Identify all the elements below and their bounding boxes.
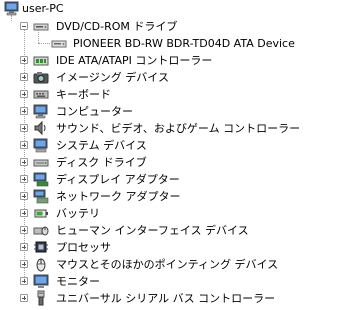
expand-toggle[interactable] bbox=[20, 226, 28, 234]
tree-item-label: バッテリ bbox=[56, 207, 100, 220]
tree-item-pioneer-bd-rw[interactable]: PIONEER BD-RW BDR-TD04D ATA Device bbox=[0, 35, 353, 52]
tree-item-label: コンピューター bbox=[56, 105, 133, 118]
tree-item-label: プロセッサ bbox=[56, 241, 111, 254]
tree-item-imaging-devices[interactable]: イメージング デバイス bbox=[0, 69, 353, 86]
tree-item-keyboard[interactable]: キーボード bbox=[0, 86, 353, 103]
expand-toggle[interactable] bbox=[20, 277, 28, 285]
system-devices-icon bbox=[33, 137, 49, 153]
tree-root[interactable]: user-PC bbox=[0, 0, 353, 17]
speaker-icon bbox=[33, 120, 49, 136]
tree-item-usb-controllers[interactable]: ユニバーサル シリアル バス コントローラー bbox=[0, 290, 353, 307]
tree-item-network-adapters[interactable]: ネットワーク アダプター bbox=[0, 188, 353, 205]
tree-item-label: サウンド、ビデオ、およびゲーム コントローラー bbox=[56, 122, 301, 135]
tree-item-dvd-cd-rom[interactable]: DVD/CD-ROM ドライブ bbox=[0, 18, 353, 35]
computer-icon bbox=[4, 0, 20, 16]
tree-item-display-adapters[interactable]: ディスプレイ アダプター bbox=[0, 171, 353, 188]
expand-toggle[interactable] bbox=[20, 90, 28, 98]
keyboard-icon bbox=[33, 86, 49, 102]
tree-item-monitors[interactable]: モニター bbox=[0, 273, 353, 290]
expand-toggle[interactable] bbox=[20, 294, 28, 302]
tree-item-label: モニター bbox=[56, 275, 100, 288]
optical-drive-icon bbox=[51, 35, 67, 51]
tree-item-label: IDE ATA/ATAPI コントローラー bbox=[56, 54, 213, 67]
tree-item-ide-ata-atapi[interactable]: IDE ATA/ATAPI コントローラー bbox=[0, 52, 353, 69]
dvd-drive-icon bbox=[33, 18, 49, 34]
expand-toggle[interactable] bbox=[20, 158, 28, 166]
processor-icon bbox=[33, 239, 49, 255]
expand-toggle[interactable] bbox=[20, 107, 28, 115]
tree-item-label: ユニバーサル シリアル バス コントローラー bbox=[56, 292, 276, 305]
mouse-icon bbox=[33, 256, 49, 272]
tree-item-label: PIONEER BD-RW BDR-TD04D ATA Device bbox=[73, 37, 295, 50]
monitor-icon bbox=[33, 273, 49, 289]
expand-toggle[interactable] bbox=[20, 141, 28, 149]
battery-icon bbox=[33, 205, 49, 221]
tree-item-label: マウスとそのほかのポインティング デバイス bbox=[56, 258, 279, 271]
tree-item-sound-video-game[interactable]: サウンド、ビデオ、およびゲーム コントローラー bbox=[0, 120, 353, 137]
tree-item-label: システム デバイス bbox=[56, 139, 147, 152]
tree-root-label: user-PC bbox=[22, 2, 64, 15]
camera-icon bbox=[33, 69, 49, 85]
expand-toggle[interactable] bbox=[20, 73, 28, 81]
tree-item-disk-drives[interactable]: ディスク ドライブ bbox=[0, 154, 353, 171]
device-tree: user-PC DVD/CD-ROM ドライブ PIONEER BD-RW BD… bbox=[0, 0, 353, 310]
usb-icon bbox=[33, 290, 49, 306]
disk-drive-icon bbox=[33, 154, 49, 170]
expand-toggle[interactable] bbox=[20, 243, 28, 251]
expand-toggle[interactable] bbox=[20, 209, 28, 217]
tree-item-human-interface-devices[interactable]: ヒューマン インターフェイス デバイス bbox=[0, 222, 353, 239]
tree-item-label: DVD/CD-ROM ドライブ bbox=[56, 20, 178, 33]
collapse-toggle[interactable] bbox=[20, 22, 28, 30]
display-adapter-icon bbox=[33, 171, 49, 187]
ide-controller-icon bbox=[33, 52, 49, 68]
hid-icon bbox=[33, 222, 49, 238]
computer-icon bbox=[33, 103, 49, 119]
expand-toggle[interactable] bbox=[20, 260, 28, 268]
tree-item-processors[interactable]: プロセッサ bbox=[0, 239, 353, 256]
expand-toggle[interactable] bbox=[20, 56, 28, 64]
expand-toggle[interactable] bbox=[20, 175, 28, 183]
tree-item-label: ディスク ドライブ bbox=[56, 156, 147, 169]
expand-toggle[interactable] bbox=[20, 124, 28, 132]
tree-item-label: キーボード bbox=[56, 88, 111, 101]
network-adapter-icon bbox=[33, 188, 49, 204]
tree-item-label: ネットワーク アダプター bbox=[56, 190, 181, 203]
tree-item-mice-pointing[interactable]: マウスとそのほかのポインティング デバイス bbox=[0, 256, 353, 273]
expand-toggle[interactable] bbox=[20, 192, 28, 200]
tree-item-label: イメージング デバイス bbox=[56, 71, 169, 84]
tree-item-system-devices[interactable]: システム デバイス bbox=[0, 137, 353, 154]
tree-item-label: ヒューマン インターフェイス デバイス bbox=[56, 224, 249, 237]
tree-item-label: ディスプレイ アダプター bbox=[56, 173, 180, 186]
tree-item-computer[interactable]: コンピューター bbox=[0, 103, 353, 120]
tree-item-battery[interactable]: バッテリ bbox=[0, 205, 353, 222]
